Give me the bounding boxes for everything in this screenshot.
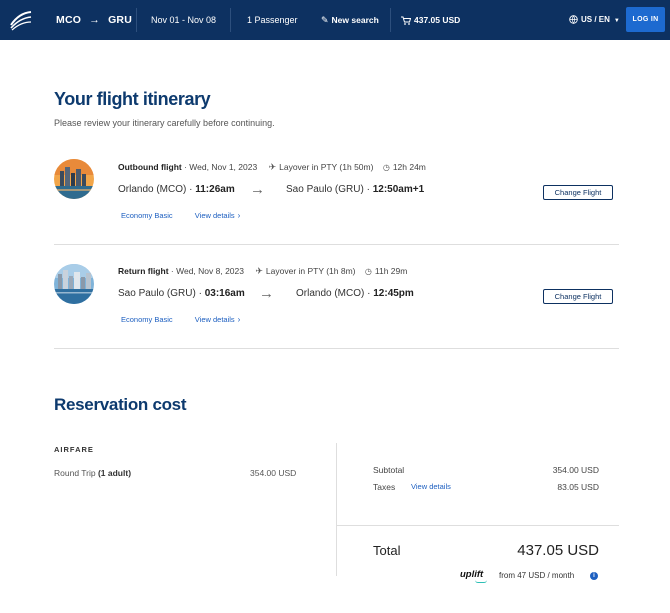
destination-code: GRU <box>108 14 132 26</box>
top-navigation-bar: MCO → GRU Nov 01 - Nov 08 1 Passenger ✎ N… <box>0 0 670 40</box>
sao-paulo-city-image <box>54 264 94 304</box>
flight-date: · Wed, Nov 8, 2023 <box>170 266 244 276</box>
arrival-city: Orlando (MCO) · <box>296 288 371 299</box>
cart-icon <box>401 16 412 25</box>
travel-dates: Nov 01 - Nov 08 <box>151 15 217 25</box>
page-subtitle: Please review your itinerary carefully b… <box>54 118 275 128</box>
arrival-time: 12:45pm <box>373 288 414 299</box>
flight-label: Outbound flight <box>118 162 182 172</box>
round-trip-label: Round Trip <box>54 468 96 478</box>
arrow-right-icon: → <box>259 285 274 302</box>
orlando-city-image <box>54 159 94 199</box>
arrival-city: Sao Paulo (GRU) · <box>286 184 370 195</box>
flight-meta: Return flight · Wed, Nov 8, 2023 ✈ Layove… <box>118 266 407 277</box>
plane-icon: ✈ <box>255 266 263 276</box>
pencil-icon: ✎ <box>321 15 329 25</box>
flight-label: Return flight <box>118 266 169 276</box>
departure: Sao Paulo (GRU) · 03:16am <box>118 288 245 299</box>
flight-links: Economy Basic View details › <box>121 315 240 324</box>
reservation-cost-title: Reservation cost <box>54 395 187 414</box>
taxes-value: 83.05 USD <box>557 482 599 492</box>
cart-total: 437.05 USD <box>414 15 461 25</box>
return-flight-card: Return flight · Wed, Nov 8, 2023 ✈ Layove… <box>54 245 619 349</box>
departure-city: Orlando (MCO) · <box>118 184 193 195</box>
passenger-count: 1 Passenger <box>247 15 298 25</box>
arrival: Sao Paulo (GRU) · 12:50am+1 <box>286 184 424 195</box>
chevron-right-icon: › <box>237 211 241 220</box>
passenger-count-label: (1 adult) <box>97 468 132 478</box>
arrival-time: 12:50am+1 <box>372 184 425 195</box>
arrow-right-icon: → <box>250 181 265 198</box>
view-details-link[interactable]: View details › <box>195 315 241 324</box>
cart-summary-button[interactable]: 437.05 USD <box>401 0 460 40</box>
view-details-link[interactable]: View details › <box>195 211 241 220</box>
view-details-label: View details <box>194 211 235 220</box>
origin-code: MCO <box>56 14 82 26</box>
change-flight-button[interactable]: Change Flight <box>543 185 613 200</box>
uplift-logo: uplift <box>460 569 484 580</box>
departure-time: 11:26am <box>195 184 235 195</box>
departure-city: Sao Paulo (GRU) · <box>118 288 202 299</box>
flight-date: · Wed, Nov 1, 2023 <box>184 162 258 172</box>
flight-meta: Outbound flight · Wed, Nov 1, 2023 ✈ Layo… <box>118 162 426 173</box>
fare-type-link[interactable]: Economy Basic <box>121 211 173 220</box>
route-arrow-icon: → <box>89 14 100 26</box>
route-summary: MCO → GRU <box>56 0 132 40</box>
total-label: Total <box>373 543 401 558</box>
round-trip-value: 354.00 USD <box>250 468 297 478</box>
chevron-right-icon: › <box>237 315 241 324</box>
layover-text: Layover in PTY (1h 50m) <box>279 162 374 172</box>
view-details-label: View details <box>194 315 235 324</box>
clock-icon: ◷ <box>364 267 372 276</box>
clock-icon: ◷ <box>382 163 390 172</box>
airline-logo[interactable] <box>9 9 33 31</box>
subtotal-label: Subtotal <box>373 465 405 475</box>
duration-text: 11h 29m <box>374 266 408 276</box>
arrival: Orlando (MCO) · 12:45pm <box>296 288 414 299</box>
layover-text: Layover in PTY (1h 8m) <box>265 266 356 276</box>
login-button[interactable]: LOG IN <box>626 7 665 32</box>
plane-icon: ✈ <box>268 162 277 172</box>
taxes-view-details-link[interactable]: View details <box>411 482 451 491</box>
cost-divider-vertical <box>336 443 337 576</box>
total-value: 437.05 USD <box>517 542 599 559</box>
header-divider <box>230 8 231 32</box>
page-title: Your flight itinerary <box>54 89 211 109</box>
departure: Orlando (MCO) · 11:26am <box>118 184 235 195</box>
departure-time: 03:16am <box>204 288 245 299</box>
chevron-down-icon: ▼ <box>613 18 620 24</box>
fare-type-link[interactable]: Economy Basic <box>121 315 173 324</box>
locale-label: US / EN <box>581 15 610 24</box>
header-divider <box>136 8 137 32</box>
cost-divider-horizontal <box>337 525 619 526</box>
language-selector[interactable]: US / EN ▼ <box>569 0 620 40</box>
duration-text: 12h 24m <box>392 162 426 172</box>
header-divider <box>390 8 391 32</box>
round-trip-row-label: Round Trip (1 adult) <box>54 468 131 478</box>
airfare-heading: AIRFARE <box>54 445 94 454</box>
taxes-label: Taxes <box>373 482 396 492</box>
subtotal-value: 354.00 USD <box>552 465 599 475</box>
uplift-monthly-text: from 47 USD / month <box>499 571 575 580</box>
outbound-flight-card: Outbound flight · Wed, Nov 1, 2023 ✈ Layo… <box>54 141 619 245</box>
uplift-smile-icon <box>475 580 487 583</box>
info-icon[interactable]: i <box>590 572 598 580</box>
new-search-label: New search <box>331 15 379 25</box>
flight-links: Economy Basic View details › <box>121 211 240 220</box>
globe-icon <box>569 15 578 24</box>
change-flight-button[interactable]: Change Flight <box>543 289 613 304</box>
new-search-button[interactable]: ✎ New search <box>321 0 379 40</box>
